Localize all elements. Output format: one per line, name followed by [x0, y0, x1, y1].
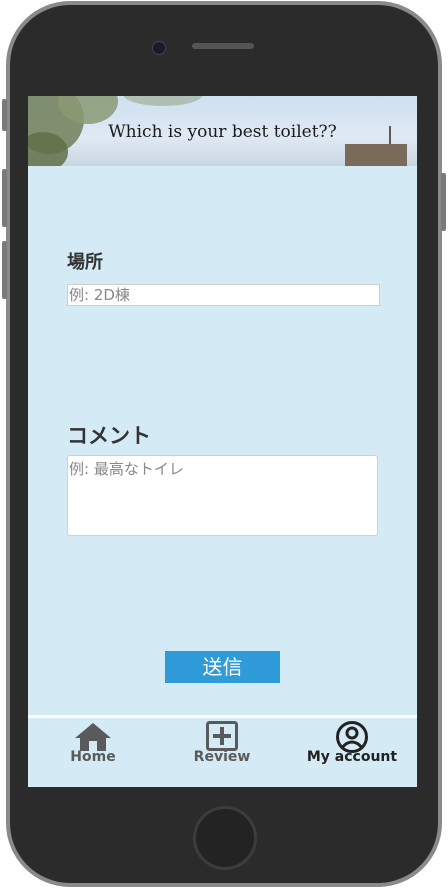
volume-down-button — [2, 241, 7, 299]
nav-label-home: Home — [70, 749, 116, 765]
header-banner: Which is your best toilet?? — [28, 96, 417, 166]
nav-item-review[interactable]: Review — [157, 718, 287, 787]
nav-label-my-account: My account — [306, 749, 398, 765]
volume-up-button — [2, 169, 7, 227]
banner-tree-foliage — [123, 96, 203, 106]
nav-item-home[interactable]: Home — [28, 718, 158, 787]
place-label: 場所 — [67, 252, 103, 273]
front-camera — [152, 41, 166, 55]
earpiece-speaker — [192, 43, 254, 49]
nav-item-my-account[interactable]: My account — [287, 718, 417, 787]
banner-building — [345, 144, 407, 166]
banner-title: Which is your best toilet?? — [108, 122, 337, 142]
comment-textarea[interactable]: 例: 最高なトイレ — [67, 455, 378, 536]
comment-label: コメント — [67, 424, 151, 448]
app-screen: Which is your best toilet?? 場所 例: 2D棟 コメ… — [28, 96, 417, 787]
silent-switch — [2, 99, 7, 131]
home-hardware-button[interactable] — [193, 806, 257, 870]
submit-button[interactable]: 送信 — [165, 651, 280, 683]
bottom-nav: Home Review My account — [28, 715, 417, 787]
power-button — [441, 173, 446, 231]
nav-label-review: Review — [193, 749, 251, 765]
place-input[interactable]: 例: 2D棟 — [67, 284, 380, 306]
